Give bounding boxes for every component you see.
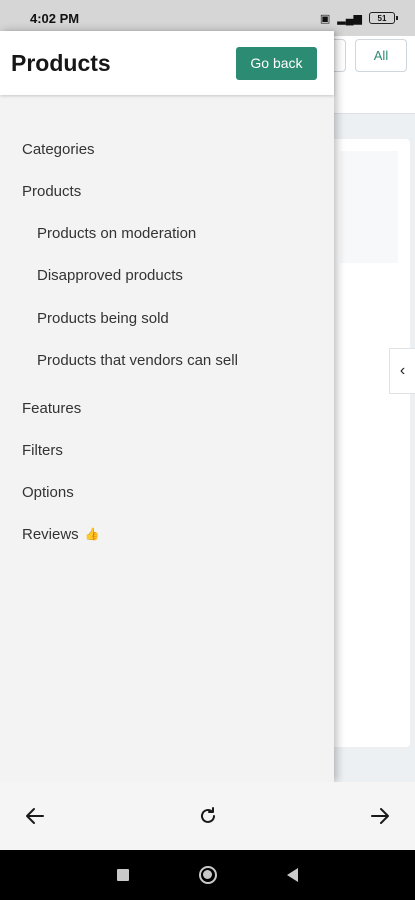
home-icon[interactable] [199,866,217,884]
menu-item-label: Reviews [22,525,79,543]
menu-item-features[interactable]: Features [0,387,334,429]
battery-level: 51 [377,13,387,23]
menu-item-reviews[interactable]: Reviews 👍 [0,513,334,555]
back-triangle-icon[interactable] [287,868,298,882]
drawer-header: Products Go back [0,31,334,95]
all-button[interactable]: All [355,39,407,72]
browser-toolbar [0,782,415,850]
menu-item-label: Products being sold [37,309,169,327]
battery-icon: 51 [369,12,398,24]
background-card-placeholder [340,151,398,263]
drawer-menu: Categories Products Products on moderati… [0,95,334,555]
back-button[interactable] [22,803,48,829]
menu-item-options[interactable]: Options [0,471,334,513]
forward-button[interactable] [367,803,393,829]
system-nav-bar [0,850,415,900]
reload-button[interactable] [195,803,221,829]
menu-item-label: Features [22,399,82,417]
reload-icon [200,807,215,823]
menu-item-products-being-sold[interactable]: Products being sold [0,297,334,340]
chevron-left-icon: ‹ [399,362,406,379]
menu-item-products[interactable]: Products [0,170,334,212]
menu-item-label: Filters [22,441,63,459]
menu-item-label: Products that vendors can sell [37,352,238,370]
menu-item-label: Products [22,182,82,200]
menu-item-products-on-moderation[interactable]: Products on moderation [0,212,334,255]
arrow-left-icon [26,808,44,824]
status-time: 4:02 PM [30,10,80,26]
menu-item-label: Disapproved products [37,267,183,285]
signal-icon: ▂▄▆ [337,12,362,25]
navigation-drawer: Products Go back Categories Products Pro… [0,31,334,782]
menu-item-label: Categories [22,140,95,158]
arrow-right-icon [371,808,389,824]
menu-item-label: Options [22,483,74,501]
drawer-title: Products [11,49,111,76]
menu-item-label: Products on moderation [37,224,197,242]
menu-item-disapproved-products[interactable]: Disapproved products [0,255,334,298]
status-icons: ▣ ▂▄▆ 51 [319,12,398,25]
menu-item-filters[interactable]: Filters [0,429,334,471]
menu-item-categories[interactable]: Categories [0,128,334,170]
sim-icon: ▣ [319,12,331,25]
side-panel-toggle[interactable]: ‹ [389,348,415,394]
go-back-button[interactable]: Go back [236,46,317,80]
thumbs-up-icon: 👍 [84,527,100,541]
recents-icon[interactable] [117,869,129,881]
menu-item-products-vendors-can-sell[interactable]: Products that vendors can sell [0,340,334,383]
